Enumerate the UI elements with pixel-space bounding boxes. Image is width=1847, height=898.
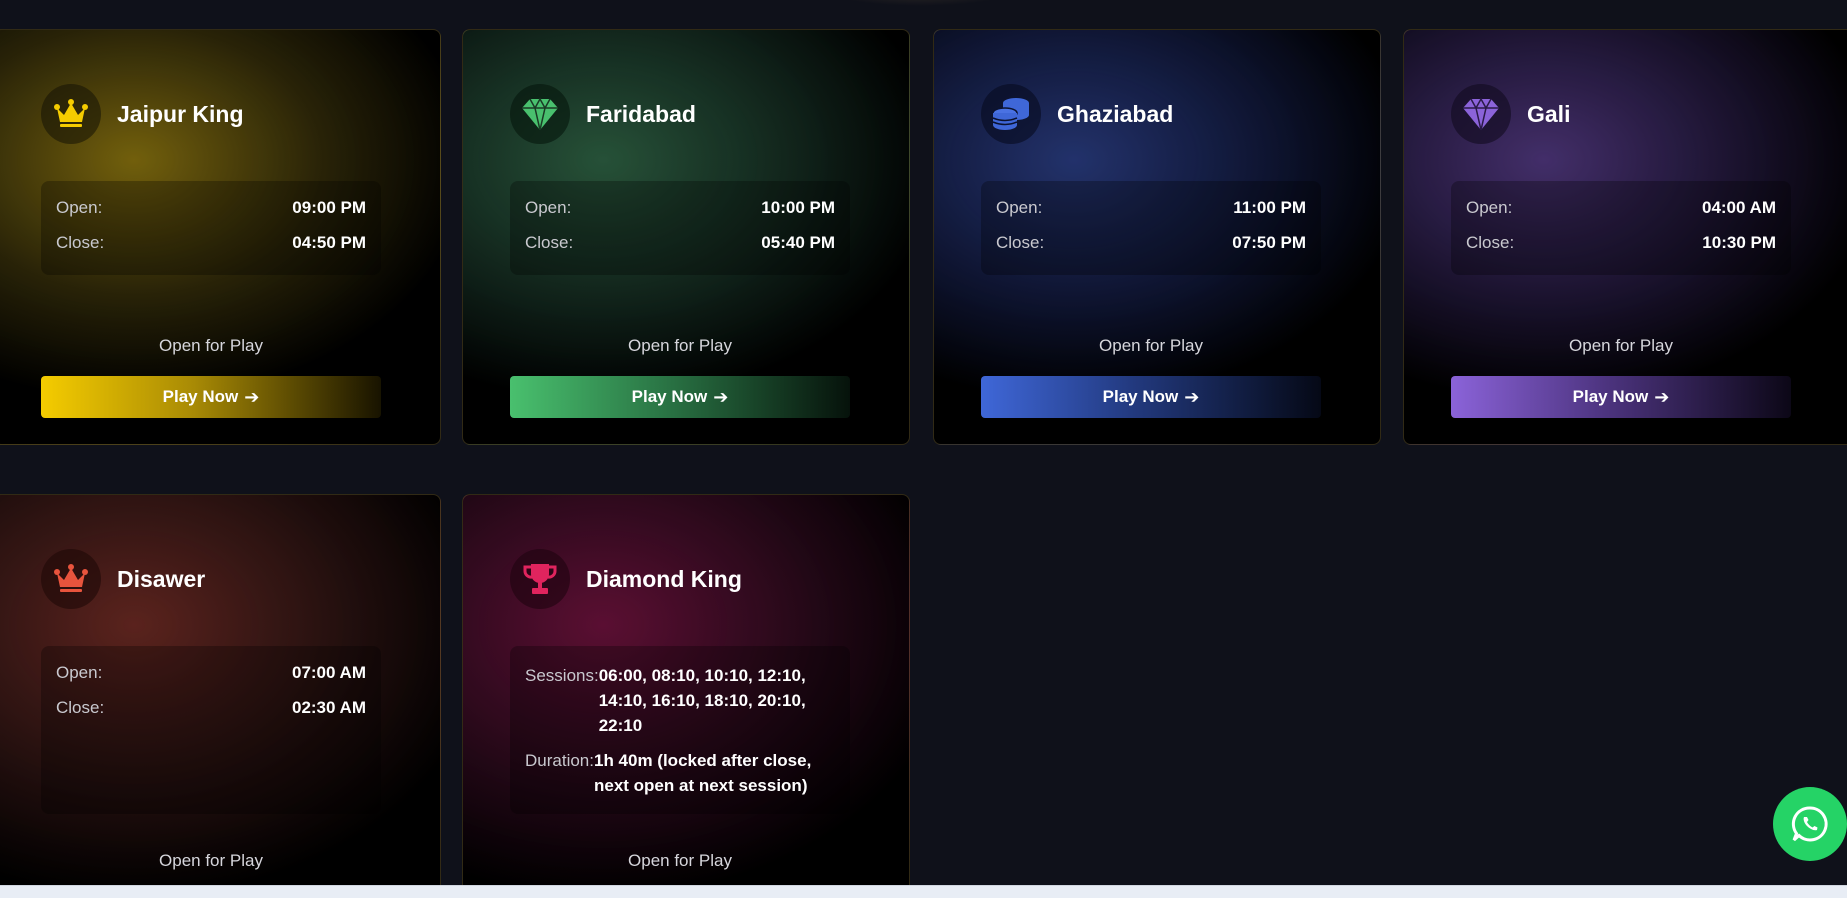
card-header: Faridabad	[510, 84, 696, 144]
status-text: Open for Play	[628, 336, 732, 355]
game-card-diamond-king: Diamond King Sessions: 06:00, 08:10, 10:…	[462, 494, 910, 894]
game-card-ghaziabad: Ghaziabad Open: 11:00 PM Close: 07:50 PM O…	[933, 29, 1381, 445]
status-text: Open for Play	[628, 851, 732, 870]
card-header: Gali	[1451, 84, 1570, 144]
whatsapp-button[interactable]	[1773, 787, 1847, 861]
gem-icon	[1463, 97, 1499, 131]
arrow-right-icon: ➔	[244, 386, 260, 407]
whatsapp-icon	[1791, 806, 1828, 842]
close-row: Close: 04:50 PM	[56, 233, 366, 268]
arrow-right-icon: ➔	[713, 386, 729, 407]
close-time: 07:50 PM	[1232, 233, 1306, 252]
crown-icon	[54, 99, 88, 127]
close-row: Close: 10:30 PM	[1466, 233, 1776, 268]
status-text: Open for Play	[159, 851, 263, 870]
close-row: Close: 07:50 PM	[996, 233, 1306, 268]
icon-badge	[510, 84, 570, 144]
open-time: 11:00 PM	[1233, 198, 1306, 217]
close-label: Close:	[56, 698, 105, 717]
card-header: Jaipur King	[41, 84, 244, 144]
coins-icon	[992, 98, 1029, 130]
close-label: Close:	[1466, 233, 1515, 252]
duration-value: 1h 40m (locked after close, next open at…	[593, 751, 812, 795]
open-row: Open: 09:00 PM	[56, 198, 366, 233]
close-time: 02:30 AM	[291, 698, 366, 717]
time-box: Open: 07:00 AM Close: 02:30 AM	[41, 646, 381, 814]
open-time: 07:00 AM	[291, 663, 366, 682]
trophy-icon	[523, 564, 557, 594]
sessions-box: Sessions: 06:00, 08:10, 10:10, 12:10, 14…	[510, 646, 850, 814]
sessions-value: 06:00, 08:10, 10:10, 12:10, 14:10, 16:10…	[598, 666, 806, 735]
status-text: Open for Play	[159, 336, 263, 355]
status-text: Open for Play	[1569, 336, 1673, 355]
card-header: Disawer	[41, 549, 205, 609]
close-time: 10:30 PM	[1702, 233, 1776, 252]
game-card-faridabad: Faridabad Open: 10:00 PM Close: 05:40 PM O…	[462, 29, 910, 445]
icon-badge	[41, 549, 101, 609]
close-time: 05:40 PM	[761, 233, 835, 252]
icon-badge	[41, 84, 101, 144]
arrow-right-icon: ➔	[1184, 386, 1200, 407]
play-now-button[interactable]: Play Now ➔	[1451, 376, 1791, 418]
open-label: Open:	[1466, 198, 1513, 217]
icon-badge	[510, 549, 570, 609]
icon-badge	[981, 84, 1041, 144]
close-label: Close:	[525, 233, 574, 252]
arrow-right-icon: ➔	[1654, 386, 1670, 407]
gem-icon	[522, 97, 558, 131]
play-now-label: Play Now	[1572, 387, 1649, 406]
close-row: Close: 02:30 AM	[56, 698, 366, 733]
duration-row: Duration: 1h 40m (locked after close, ne…	[525, 748, 835, 798]
time-box: Open: 10:00 PM Close: 05:40 PM	[510, 181, 850, 275]
card-header: Ghaziabad	[981, 84, 1173, 144]
open-label: Open:	[56, 198, 103, 217]
card-title: Jaipur King	[117, 100, 244, 127]
duration-label: Duration:	[525, 751, 594, 770]
card-title: Faridabad	[586, 100, 696, 127]
sessions-label: Sessions:	[525, 666, 599, 685]
time-box: Open: 11:00 PM Close: 07:50 PM	[981, 181, 1321, 275]
play-now-button[interactable]: Play Now ➔	[41, 376, 381, 418]
play-now-label: Play Now	[1102, 387, 1179, 406]
open-row: Open: 04:00 AM	[1466, 198, 1776, 233]
play-now-label: Play Now	[631, 387, 708, 406]
game-card-disawer: Disawer Open: 07:00 AM Close: 02:30 AM Ope…	[0, 494, 441, 894]
icon-badge	[1451, 84, 1511, 144]
time-box: Open: 09:00 PM Close: 04:50 PM	[41, 181, 381, 275]
open-label: Open:	[56, 663, 103, 682]
close-time: 04:50 PM	[292, 233, 366, 252]
open-time: 10:00 PM	[761, 198, 835, 217]
open-label: Open:	[525, 198, 572, 217]
taskbar	[0, 885, 1847, 898]
open-label: Open:	[996, 198, 1043, 217]
status-text: Open for Play	[1099, 336, 1203, 355]
play-now-button[interactable]: Play Now ➔	[510, 376, 850, 418]
crown-icon	[54, 564, 88, 592]
open-time: 09:00 PM	[292, 198, 366, 217]
game-card-jaipur-king: Jaipur King Open: 09:00 PM Close: 04:50 PM…	[0, 29, 441, 445]
close-label: Close:	[996, 233, 1045, 252]
open-row: Open: 10:00 PM	[525, 198, 835, 233]
play-now-label: Play Now	[162, 387, 239, 406]
card-title: Diamond King	[586, 565, 742, 592]
card-title: Disawer	[117, 565, 206, 592]
open-row: Open: 07:00 AM	[56, 663, 366, 698]
card-header: Diamond King	[510, 549, 742, 609]
card-title: Ghaziabad	[1057, 100, 1174, 127]
play-now-button[interactable]: Play Now ➔	[981, 376, 1321, 418]
top-glow	[820, 0, 1020, 6]
close-row: Close: 05:40 PM	[525, 233, 835, 268]
open-time: 04:00 AM	[1701, 198, 1776, 217]
open-row: Open: 11:00 PM	[996, 198, 1306, 233]
sessions-row: Sessions: 06:00, 08:10, 10:10, 12:10, 14…	[525, 663, 835, 738]
close-label: Close:	[56, 233, 105, 252]
card-title: Gali	[1527, 100, 1571, 127]
game-card-gali: Gali Open: 04:00 AM Close: 10:30 PM Open f…	[1403, 29, 1847, 445]
time-box: Open: 04:00 AM Close: 10:30 PM	[1451, 181, 1791, 275]
